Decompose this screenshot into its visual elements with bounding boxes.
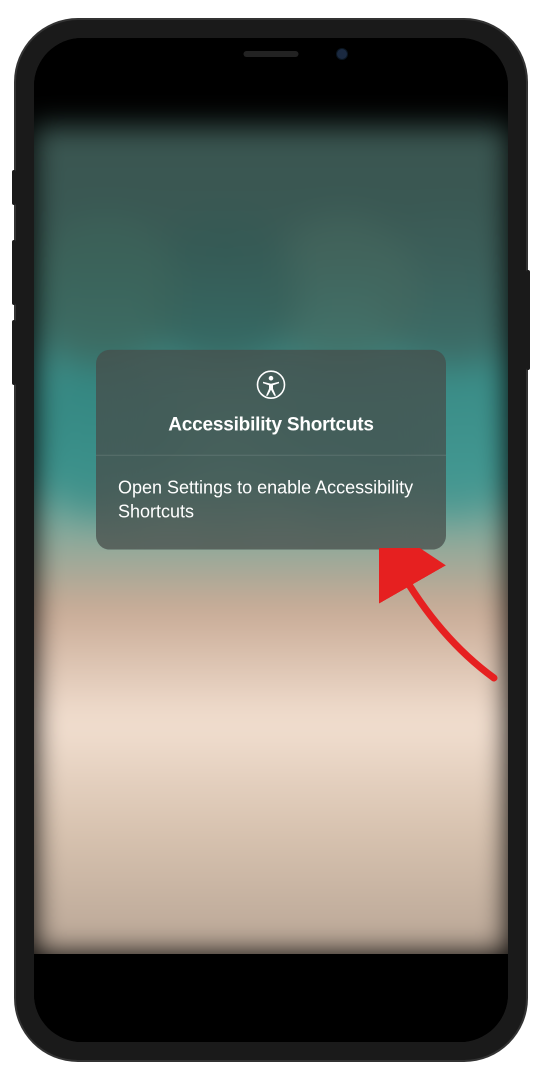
accessibility-shortcuts-panel[interactable]: Accessibility Shortcuts Open Settings to… <box>96 349 446 550</box>
panel-header: Accessibility Shortcuts <box>96 349 446 455</box>
accessibility-icon <box>256 369 286 404</box>
notch <box>156 38 386 70</box>
panel-body[interactable]: Open Settings to enable Accessibility Sh… <box>96 455 446 550</box>
screen: Accessibility Shortcuts Open Settings to… <box>34 38 508 1042</box>
silence-switch <box>12 170 16 205</box>
phone-screen-bezel: Accessibility Shortcuts Open Settings to… <box>34 38 508 1042</box>
panel-message: Open Settings to enable Accessibility Sh… <box>118 475 424 524</box>
panel-title: Accessibility Shortcuts <box>116 414 426 436</box>
phone-frame: Accessibility Shortcuts Open Settings to… <box>16 20 526 1060</box>
volume-down-button <box>12 320 16 385</box>
speaker-grille <box>244 51 299 57</box>
front-camera <box>336 48 348 60</box>
volume-up-button <box>12 240 16 305</box>
letterbox-bottom <box>34 954 508 1042</box>
power-button <box>526 270 530 370</box>
